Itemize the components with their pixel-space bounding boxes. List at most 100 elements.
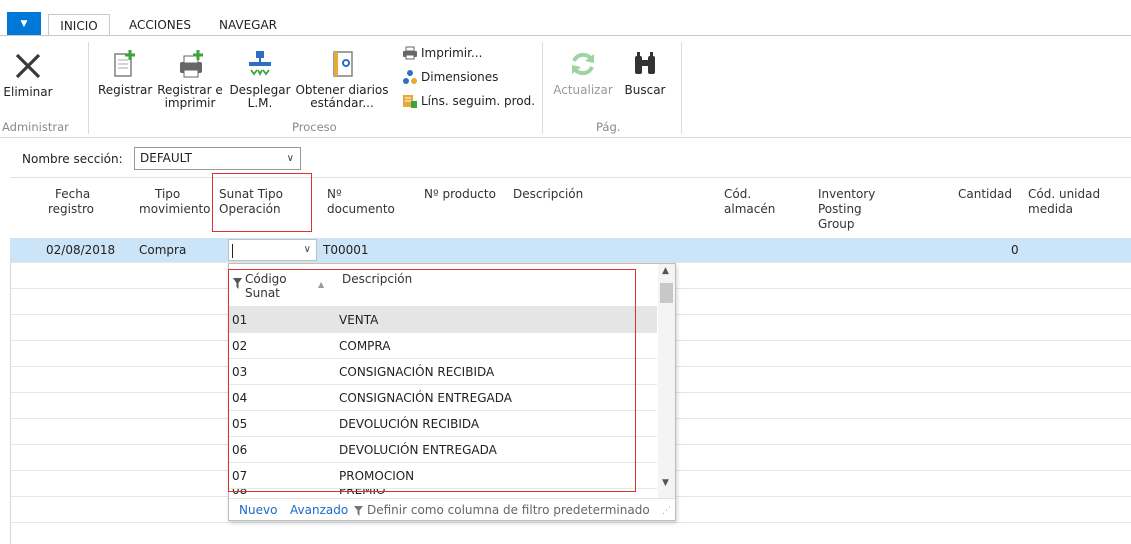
lookup-col-descripcion[interactable]: Descripción: [342, 272, 412, 286]
section-name-select[interactable]: DEFAULT ∨: [134, 147, 301, 170]
dimensiones-button[interactable]: Dimensiones: [402, 68, 498, 86]
lookup-code: 03: [232, 365, 248, 379]
registrar-imprimir-button[interactable]: Registrar e imprimir: [153, 48, 227, 110]
obtener-label-2: estándar...: [310, 96, 374, 110]
item-tracking-icon: [403, 95, 417, 108]
cell-cantidad[interactable]: 0: [1011, 238, 1019, 262]
grid-left-border: [10, 262, 11, 544]
chevron-down-icon[interactable]: ∨: [304, 244, 311, 255]
cell-n-documento[interactable]: T00001: [323, 238, 369, 262]
cell-fecha-registro[interactable]: 02/08/2018: [46, 238, 115, 262]
col-header-text: Tipo: [155, 187, 181, 201]
caret-down-icon: ▼: [20, 19, 28, 29]
obtener-diarios-button[interactable]: Obtener diarios estándar...: [294, 48, 390, 110]
lookup-desc: COMPRA: [339, 339, 391, 353]
lookup-desc: PROMOCION: [339, 469, 415, 483]
lookup-row[interactable]: 01 VENTA: [229, 306, 657, 332]
avanzado-link[interactable]: Avanzado: [290, 499, 348, 520]
group-label-proceso: Proceso: [292, 120, 337, 134]
cell-tipo-movimiento[interactable]: Compra: [139, 238, 186, 262]
col-header-sunat-tipo-operacion[interactable]: Sunat Tipo Operación: [212, 173, 312, 232]
chevron-up-icon[interactable]: ▲: [662, 266, 669, 276]
app-menu-button[interactable]: ▼: [7, 12, 41, 36]
eliminar-button[interactable]: Eliminar: [2, 50, 54, 99]
sunat-tipo-operacion-input[interactable]: ∨: [228, 239, 317, 261]
lookup-header: Código Sunat ▲ Descripción: [229, 264, 659, 306]
printer-icon: [403, 46, 417, 60]
col-header-text: Inventory: [818, 187, 876, 201]
registrar-imprimir-label-2: imprimir: [164, 96, 216, 110]
lookup-row[interactable]: 06 DEVOLUCIÓN ENTREGADA: [229, 436, 657, 462]
lookup-col-text: Sunat: [245, 286, 280, 300]
lookup-code: 01: [232, 313, 248, 327]
lins-label: Líns. seguim. prod.: [421, 94, 536, 108]
col-header-text: Group: [818, 217, 855, 231]
scrollbar-thumb[interactable]: [660, 283, 673, 303]
tab-acciones[interactable]: ACCIONES: [118, 14, 202, 36]
lookup-row[interactable]: 02 COMPRA: [229, 332, 657, 358]
eliminar-label: Eliminar: [3, 85, 53, 99]
actualizar-button[interactable]: Actualizar: [550, 48, 616, 97]
lookup-row[interactable]: 03 CONSIGNACIÓN RECIBIDA: [229, 358, 657, 384]
col-header-text: documento: [327, 202, 395, 216]
nuevo-link[interactable]: Nuevo: [239, 499, 277, 520]
col-header-text: Cód.: [724, 187, 752, 201]
lookup-scrollbar[interactable]: ▲ ▼: [658, 264, 675, 498]
col-header-n-producto[interactable]: Nº producto: [424, 187, 496, 202]
col-header-n-documento[interactable]: Nº documento: [327, 187, 395, 217]
lookup-row[interactable]: 08 PREMIO: [229, 488, 657, 498]
actualizar-label: Actualizar: [553, 83, 613, 97]
lookup-col-text: Código: [245, 272, 287, 286]
sunat-code-lookup: Código Sunat ▲ Descripción 01 VENTA 02 C…: [228, 263, 676, 521]
col-header-inventory-posting-group[interactable]: Inventory Posting Group: [818, 187, 875, 232]
col-header-descripcion[interactable]: Descripción: [513, 187, 583, 202]
lookup-desc: PREMIO: [339, 488, 386, 497]
dimensions-icon: [403, 70, 417, 84]
filter-icon[interactable]: [233, 278, 242, 289]
buscar-button[interactable]: Buscar: [618, 48, 672, 97]
grid-top-divider: [10, 177, 1131, 178]
col-header-cod-almacen[interactable]: Cód. almacén: [724, 187, 775, 217]
dimensiones-label: Dimensiones: [421, 70, 499, 84]
tab-navegar[interactable]: NAVEGAR: [210, 14, 286, 36]
col-header-fecha-registro[interactable]: Fecha registro: [48, 187, 94, 217]
col-header-cod-unidad-medida[interactable]: Cód. unidad medida: [1028, 187, 1100, 217]
lookup-code: 08: [232, 488, 248, 497]
lookup-code: 02: [232, 339, 248, 353]
desplegar-lm-button[interactable]: Desplegar L.M.: [229, 48, 291, 110]
chevron-down-icon: ∨: [286, 153, 294, 164]
grid-row-divider: [10, 522, 1131, 523]
lookup-row[interactable]: 05 DEVOLUCIÓN RECIBIDA: [229, 410, 657, 436]
col-header-tipo-movimiento[interactable]: Tipo movimiento: [139, 187, 211, 217]
lookup-row[interactable]: 07 PROMOCION: [229, 462, 657, 488]
col-header-text: Nº: [327, 187, 342, 201]
lookup-code: 04: [232, 391, 248, 405]
lookup-col-codigo-sunat[interactable]: Código Sunat: [245, 272, 287, 300]
binoculars-icon: [635, 52, 655, 74]
set-default-filter-link[interactable]: Definir como columna de filtro predeterm…: [367, 499, 650, 520]
lookup-desc: CONSIGNACIÓN ENTREGADA: [339, 391, 512, 405]
tab-inicio[interactable]: INICIO: [48, 14, 110, 36]
lookup-desc: VENTA: [339, 313, 379, 327]
registrar-label: Registrar: [98, 83, 153, 97]
chevron-down-icon[interactable]: ▼: [662, 478, 669, 488]
col-header-text: almacén: [724, 202, 776, 216]
registrar-button[interactable]: Registrar: [98, 48, 153, 97]
group-label-pag: Pág.: [596, 120, 621, 134]
lins-seguim-button[interactable]: Líns. seguim. prod.: [402, 92, 535, 110]
lookup-code: 06: [232, 443, 248, 457]
buscar-label: Buscar: [624, 83, 666, 97]
section-name-value: DEFAULT: [140, 151, 192, 165]
standard-journal-icon: [333, 51, 353, 77]
imprimir-button[interactable]: Imprimir...: [402, 44, 482, 62]
lookup-desc: CONSIGNACIÓN RECIBIDA: [339, 365, 495, 379]
col-header-text: Sunat Tipo: [219, 187, 283, 201]
col-header-cantidad[interactable]: Cantidad: [958, 187, 1012, 202]
delete-x-icon: [15, 53, 41, 79]
resize-grip-icon[interactable]: ⋰: [662, 500, 671, 520]
post-print-icon: [180, 50, 203, 78]
filter-icon: [354, 506, 363, 516]
lookup-footer: Nuevo Avanzado Definir como columna de f…: [229, 498, 675, 520]
lookup-row[interactable]: 04 CONSIGNACIÓN ENTREGADA: [229, 384, 657, 410]
section-name-label: Nombre sección:: [22, 152, 123, 166]
